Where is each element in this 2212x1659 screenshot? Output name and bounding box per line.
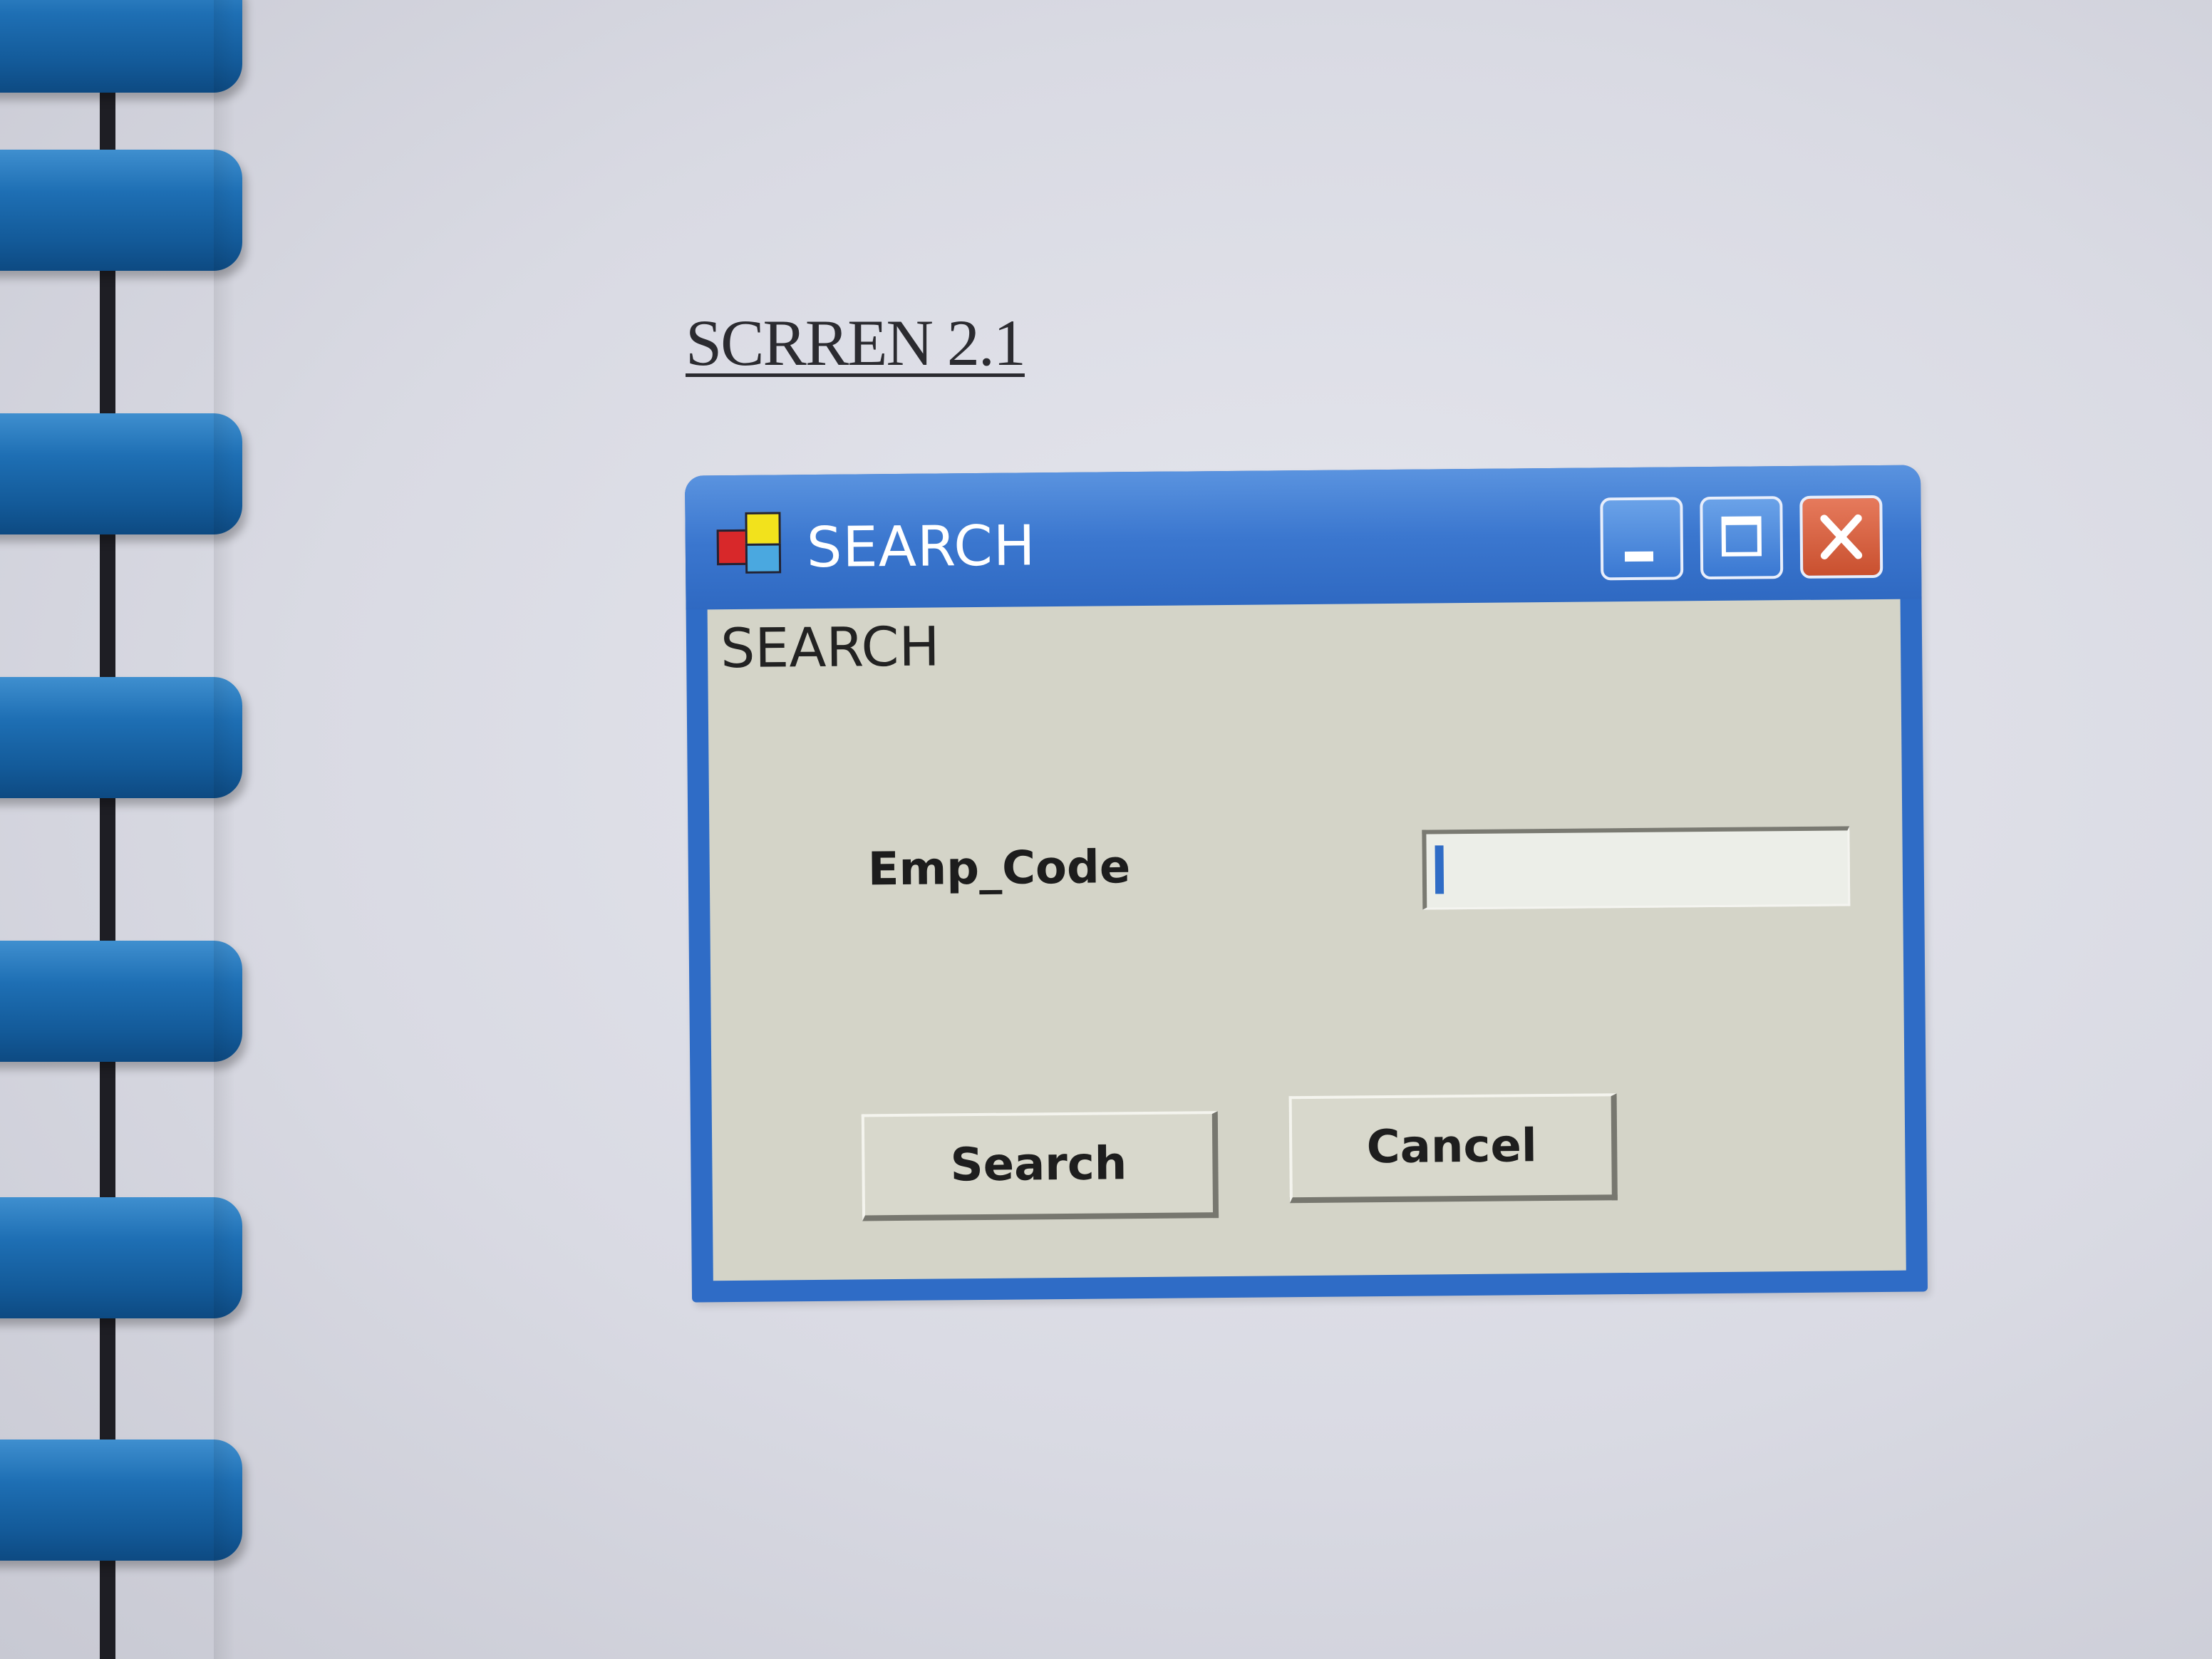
app-icon-blue-square xyxy=(745,543,782,574)
text-caret xyxy=(1435,845,1444,894)
close-button[interactable] xyxy=(1799,495,1883,579)
form-caption: SEARCH xyxy=(720,614,940,681)
search-dialog: SEARCH SEARCH Emp_Code Search Cancel xyxy=(684,465,1928,1303)
maximize-button[interactable] xyxy=(1700,496,1784,580)
binding-coil xyxy=(0,941,242,1062)
document-heading: SCRREN 2.1 xyxy=(686,306,1026,379)
binding-coil xyxy=(0,413,242,534)
binding-coil xyxy=(0,0,242,93)
app-icon xyxy=(716,512,788,578)
minimize-button[interactable] xyxy=(1600,497,1684,581)
window-title: SEARCH xyxy=(806,514,1036,581)
app-icon-yellow-square xyxy=(745,512,781,548)
minimize-icon xyxy=(1624,551,1654,562)
title-bar[interactable]: SEARCH xyxy=(684,465,1922,610)
binding-coil xyxy=(0,1440,242,1561)
search-button[interactable]: Search xyxy=(861,1111,1219,1221)
maximize-icon xyxy=(1721,516,1762,557)
dialog-client-area: SEARCH Emp_Code Search Cancel xyxy=(707,599,1906,1281)
close-icon xyxy=(1820,514,1863,559)
binding-coil xyxy=(0,150,242,271)
cancel-button[interactable]: Cancel xyxy=(1288,1093,1618,1204)
emp-code-input[interactable] xyxy=(1422,826,1851,910)
binding-coil xyxy=(0,677,242,798)
page-edge xyxy=(214,0,235,1659)
binding-coil xyxy=(0,1197,242,1318)
emp-code-label: Emp_Code xyxy=(867,841,1131,896)
